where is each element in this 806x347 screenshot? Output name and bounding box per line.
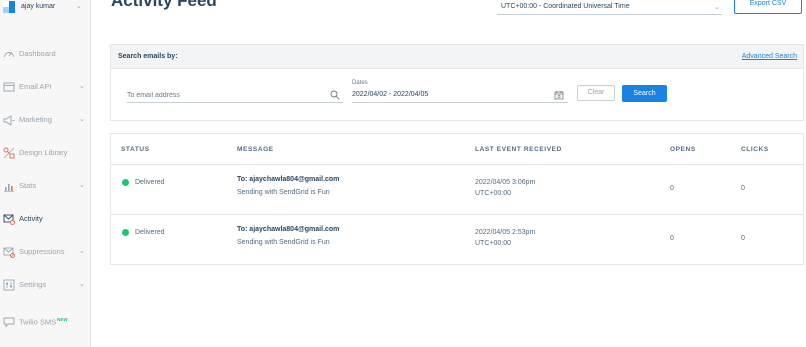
- chevron-down-icon: ⌄: [79, 248, 85, 255]
- sidebar-item-stats[interactable]: Stats ⌄: [0, 177, 91, 197]
- clear-button[interactable]: Clear: [577, 85, 615, 101]
- stats-icon: [4, 184, 14, 192]
- gauge-icon: [4, 52, 14, 58]
- sidebar-item-label: Email API: [19, 82, 52, 91]
- sidebar-item-label: Stats: [19, 181, 37, 190]
- event-timezone: UTC+00:00: [475, 240, 511, 247]
- table-row[interactable]: Delivered To: ajaychawla804@gmail.com Se…: [111, 165, 803, 215]
- settings-icon: [3, 279, 15, 291]
- sidebar-item-label: Design Library: [19, 148, 68, 157]
- status-text: Delivered: [135, 179, 165, 186]
- search-panel: Search emails by: Advanced Search Dates …: [110, 44, 804, 121]
- export-csv-button[interactable]: Export CSV: [734, 0, 802, 14]
- megaphone-icon: [3, 115, 15, 126]
- dates-label: Dates: [352, 80, 368, 86]
- chevron-down-icon: ⌄: [79, 83, 85, 90]
- calendar-icon[interactable]: [554, 90, 564, 100]
- event-time: 2022/04/05 3:06pm: [475, 179, 536, 186]
- design-library-icon: [3, 147, 15, 159]
- search-icon[interactable]: [330, 90, 340, 100]
- sidebar-item-twilio-sms[interactable]: Twilio SMSNEW: [0, 313, 91, 333]
- timezone-value: UTC+00:00 - Coordinated Universal Time: [501, 3, 630, 10]
- sidebar-item-label: Twilio SMSNEW: [19, 317, 68, 327]
- header-message[interactable]: MESSAGE: [237, 146, 274, 153]
- message-subject: Sending with SendGrid is Fun: [237, 189, 330, 196]
- header-opens[interactable]: OPENS: [670, 146, 696, 153]
- sidebar-item-dashboard[interactable]: Dashboard: [0, 45, 91, 65]
- chevron-down-icon: ⌄: [76, 3, 82, 10]
- event-timezone: UTC+00:00: [475, 190, 511, 197]
- sidebar-item-label: Dashboard: [19, 49, 56, 58]
- sidebar-item-design-library[interactable]: Design Library: [0, 144, 91, 164]
- dates-value: 2022/04/02 - 2022/04/05: [352, 91, 429, 98]
- chat-bubble-icon: [3, 317, 15, 328]
- table-row[interactable]: Delivered To: ajaychawla804@gmail.com Se…: [111, 215, 803, 265]
- clicks-count: 0: [741, 235, 745, 242]
- header-last-event[interactable]: LAST EVENT RECEIVED: [475, 146, 562, 153]
- clicks-count: 0: [741, 185, 745, 192]
- search-panel-title: Search emails by:: [118, 53, 178, 60]
- chevron-down-icon: ⌄: [79, 116, 85, 123]
- opens-count: 0: [670, 235, 674, 242]
- chevron-down-icon: ⌄: [714, 4, 720, 11]
- sidebar-item-suppressions[interactable]: Suppressions ⌄: [0, 243, 91, 263]
- sidebar-item-activity[interactable]: Activity: [0, 210, 91, 230]
- chevron-down-icon: ⌄: [79, 281, 85, 288]
- sidebar-item-label: Marketing: [19, 115, 52, 124]
- opens-count: 0: [670, 185, 674, 192]
- advanced-search-link[interactable]: Advanced Search: [742, 53, 797, 60]
- search-panel-header: Search emails by: Advanced Search: [111, 45, 803, 69]
- email-api-icon: [3, 82, 15, 92]
- sidebar-item-settings[interactable]: Settings ⌄: [0, 276, 91, 296]
- delivered-status-icon: [122, 179, 129, 186]
- sendgrid-logo-icon: [3, 1, 15, 13]
- table-header: STATUS MESSAGE LAST EVENT RECEIVED OPENS…: [111, 134, 803, 165]
- page-title: Activity Feed: [111, 0, 217, 10]
- status-text: Delivered: [135, 229, 165, 236]
- header-clicks[interactable]: CLICKS: [741, 146, 769, 153]
- activity-table: STATUS MESSAGE LAST EVENT RECEIVED OPENS…: [110, 133, 804, 265]
- new-badge: NEW: [57, 317, 68, 322]
- dates-field[interactable]: 2022/04/02 - 2022/04/05: [352, 88, 568, 103]
- user-menu[interactable]: ajay kumar ⌄: [0, 0, 91, 18]
- message-subject: Sending with SendGrid is Fun: [237, 239, 330, 246]
- header-status[interactable]: STATUS: [121, 146, 150, 153]
- event-time: 2022/04/05 2:53pm: [475, 229, 536, 236]
- user-name: ajay kumar: [21, 3, 56, 10]
- message-recipient[interactable]: To: ajaychawla804@gmail.com: [237, 176, 339, 183]
- sidebar-item-marketing[interactable]: Marketing ⌄: [0, 111, 91, 131]
- sidebar-item-email-api[interactable]: Email API ⌄: [0, 78, 91, 98]
- search-button[interactable]: Search: [622, 85, 667, 102]
- sidebar-item-label: Activity: [19, 214, 43, 223]
- delivered-status-icon: [122, 229, 129, 236]
- sidebar: ajay kumar ⌄ Dashboard Email API ⌄ Marke…: [0, 0, 91, 347]
- email-search-input[interactable]: [127, 88, 343, 103]
- chevron-down-icon: ⌄: [79, 182, 85, 189]
- suppressions-icon: [3, 247, 15, 258]
- sidebar-item-label: Suppressions: [19, 247, 65, 256]
- sidebar-item-label: Settings: [19, 280, 47, 289]
- activity-icon: [3, 214, 15, 225]
- timezone-select[interactable]: UTC+00:00 - Coordinated Universal Time ⌄: [497, 0, 722, 15]
- message-recipient[interactable]: To: ajaychawla804@gmail.com: [237, 226, 339, 233]
